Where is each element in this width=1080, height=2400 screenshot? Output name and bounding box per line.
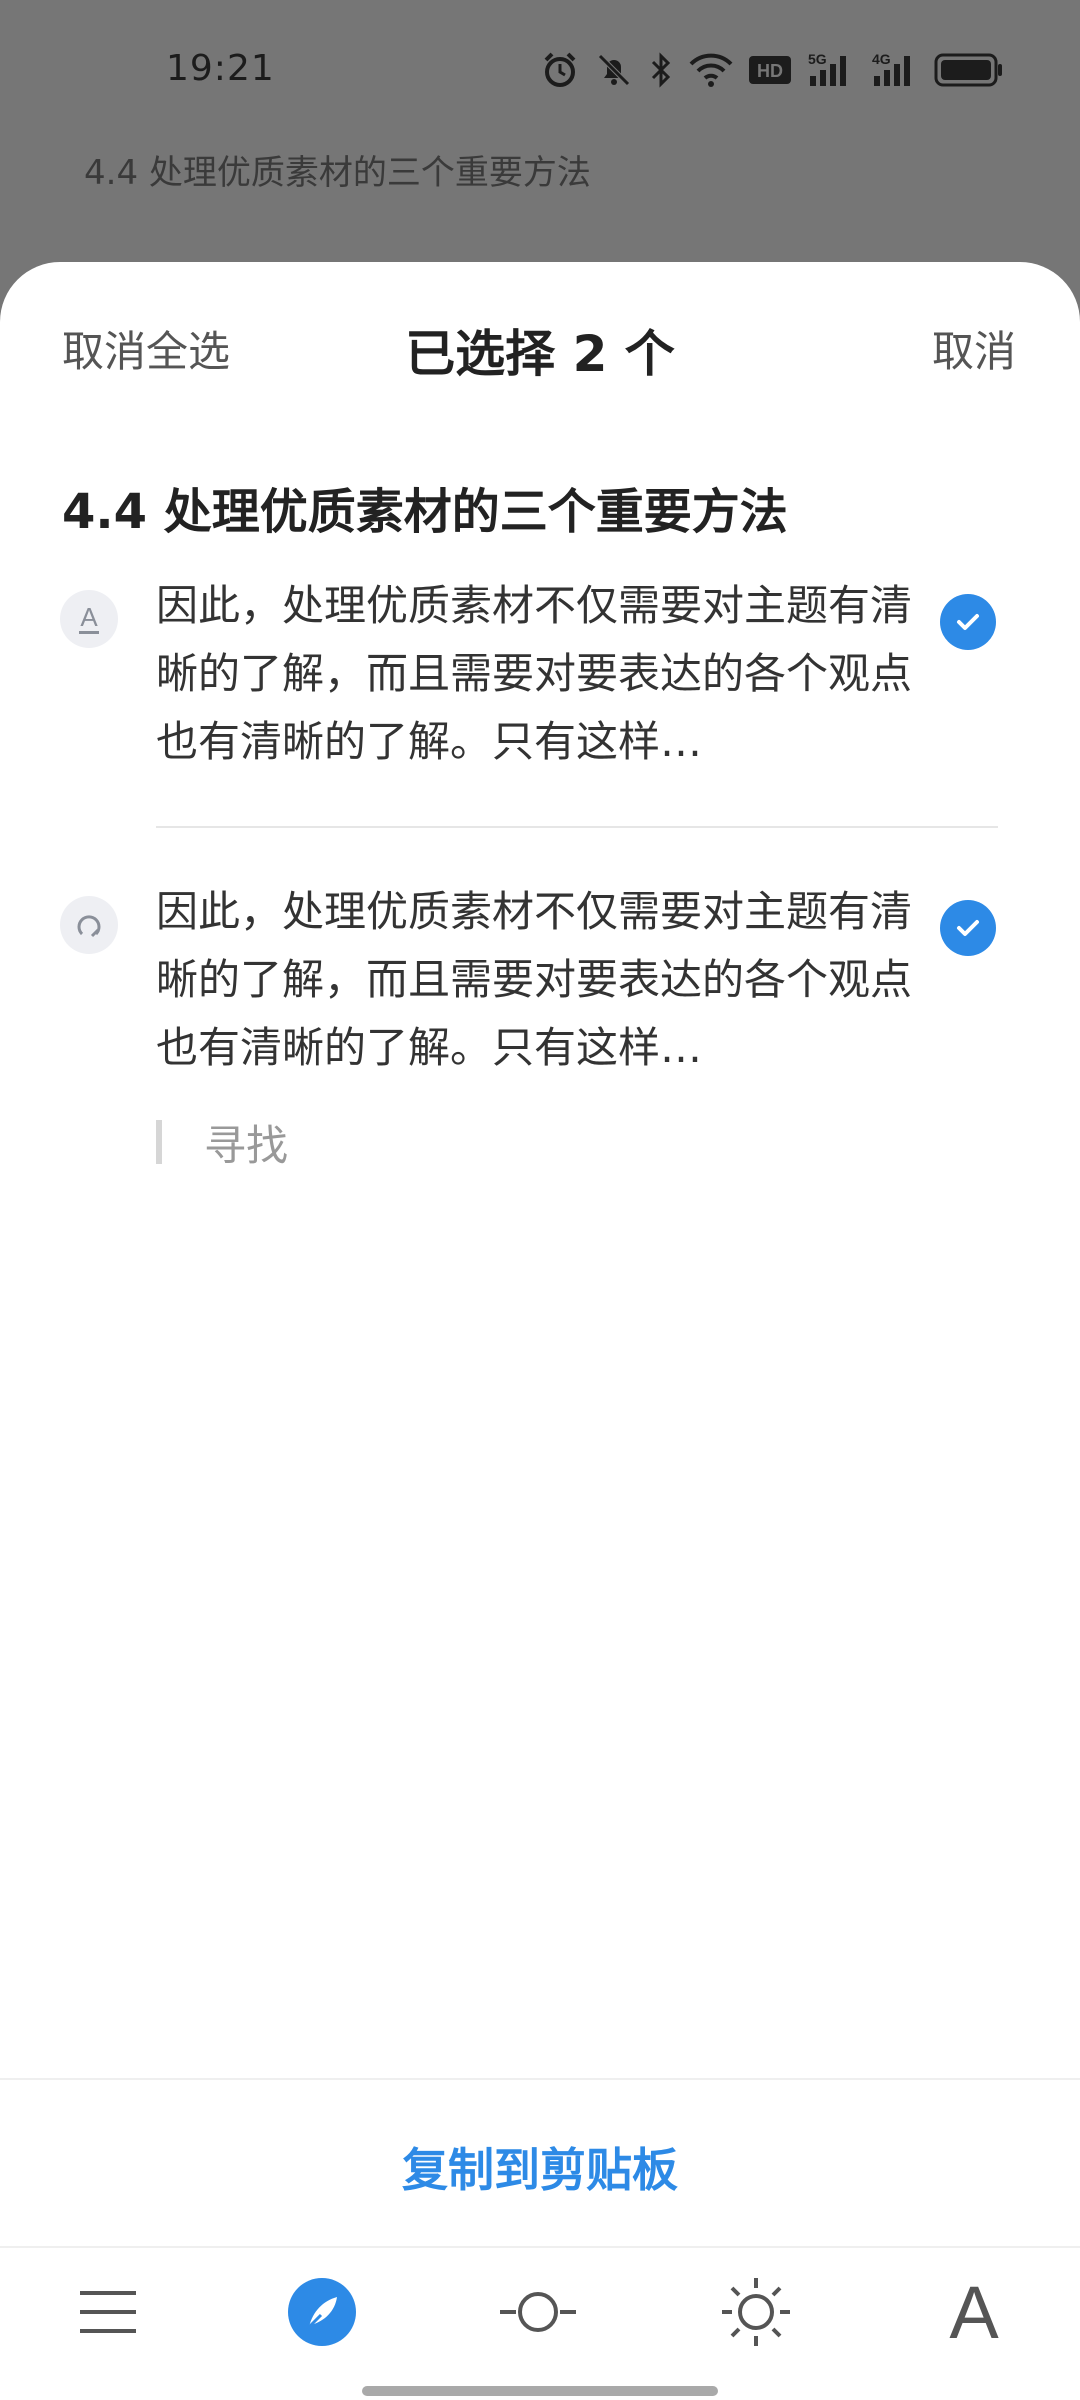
- section-title: 4.4 处理优质素材的三个重要方法: [62, 484, 788, 540]
- selection-count-title: 已选择 2 个: [405, 325, 675, 383]
- wifi-icon: [689, 53, 733, 87]
- menu-icon[interactable]: [58, 2262, 158, 2362]
- svg-text:A: A: [80, 602, 98, 632]
- screen: 19:21 HD 5G 4G 4.4 处理优质素材的三个重要方法 取消全选 已选…: [0, 0, 1080, 2400]
- highlight-note-icon: [60, 896, 118, 954]
- font-icon[interactable]: A: [924, 2262, 1024, 2362]
- item-excerpt: 因此，处理优质素材不仅需要对主题有清晰的了解，而且需要对要表达的各个观点也有清晰…: [156, 581, 913, 766]
- status-time: 19:21: [166, 48, 275, 89]
- status-icons: HD 5G 4G: [540, 50, 1004, 90]
- svg-text:HD: HD: [757, 61, 783, 81]
- list-item[interactable]: 因此，处理优质素材不仅需要对主题有清晰的了解，而且需要对要表达的各个观点也有清晰…: [0, 878, 1080, 1072]
- signal-4g-icon: 4G: [872, 51, 910, 86]
- alarm-icon: [544, 52, 576, 87]
- svg-text:5G: 5G: [808, 51, 827, 67]
- font-letter: A: [949, 2270, 999, 2354]
- checkmark-icon[interactable]: [940, 594, 996, 650]
- svg-text:4G: 4G: [872, 51, 891, 67]
- hd-icon: HD: [749, 56, 791, 84]
- brightness-icon[interactable]: [706, 2262, 806, 2362]
- battery-icon: [934, 53, 1002, 87]
- list-item[interactable]: A 因此，处理优质素材不仅需要对主题有清晰的了解，而且需要对要表达的各个观点也有…: [0, 572, 1080, 766]
- feather-pen-icon[interactable]: [272, 2262, 372, 2362]
- footer-divider: [0, 2078, 1080, 2080]
- selection-sheet: 取消全选 已选择 2 个 取消 4.4 处理优质素材的三个重要方法 A 因此，处…: [0, 262, 1080, 2400]
- reader-toolbar: A: [0, 2252, 1080, 2392]
- toolbar-divider: [0, 2246, 1080, 2248]
- item-note: 寻找: [204, 1121, 289, 1170]
- copy-to-clipboard-button[interactable]: 复制到剪贴板: [0, 2134, 1080, 2200]
- checkmark-icon[interactable]: [940, 900, 996, 956]
- circle-slider-icon[interactable]: [488, 2262, 588, 2362]
- note-quote-bar: [156, 1120, 162, 1164]
- mute-icon: [598, 54, 630, 86]
- sheet-header: 取消全选 已选择 2 个 取消: [0, 262, 1080, 432]
- bluetooth-icon: [651, 52, 671, 88]
- background-page-title: 4.4 处理优质素材的三个重要方法: [84, 153, 591, 193]
- cancel-button[interactable]: 取消: [932, 318, 1016, 379]
- text-format-icon: A: [60, 590, 118, 648]
- status-bar: 19:21 HD 5G 4G: [0, 0, 1080, 140]
- signal-5g-icon: 5G: [808, 51, 846, 86]
- item-divider: [156, 826, 998, 828]
- home-indicator[interactable]: [362, 2386, 718, 2396]
- item-excerpt: 因此，处理优质素材不仅需要对主题有清晰的了解，而且需要对要表达的各个观点也有清晰…: [156, 887, 913, 1072]
